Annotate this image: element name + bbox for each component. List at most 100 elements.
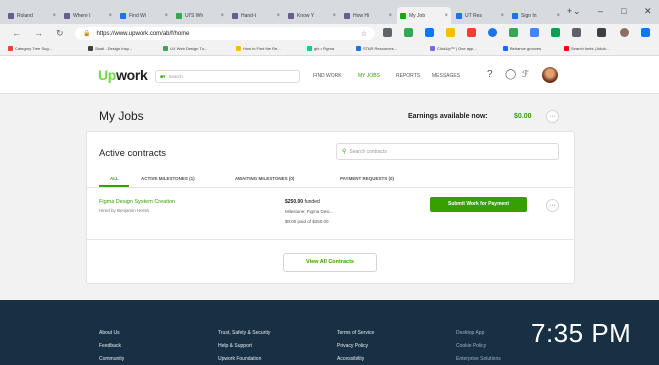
tab-close-icon[interactable]: × xyxy=(50,13,56,19)
profile-avatar-icon[interactable] xyxy=(620,28,629,37)
extension-icon[interactable] xyxy=(597,28,606,37)
bookmark-label: Behance grooves xyxy=(510,46,542,51)
extension-icon[interactable] xyxy=(641,28,650,37)
tab-payment-requests[interactable]: PAYMENT REQUESTS (0) xyxy=(340,176,394,181)
earnings-more-button[interactable]: ··· xyxy=(546,110,559,123)
footer-link[interactable]: Desktop App xyxy=(456,330,484,336)
tab-close-icon[interactable]: × xyxy=(274,13,280,19)
new-tab-icon[interactable]: + xyxy=(567,6,572,16)
bookmark-star-icon[interactable]: ☆ xyxy=(361,30,367,38)
bookmark-item[interactable]: UX Web Design Tu... xyxy=(163,46,207,51)
bookmark-label: STAR Resources... xyxy=(363,46,397,51)
bookmark-favicon-icon xyxy=(8,46,13,51)
page-title: My Jobs xyxy=(99,109,144,123)
bookmark-item[interactable]: STAR Resources... xyxy=(356,46,397,51)
help-icon[interactable]: ? xyxy=(487,69,493,80)
contract-job-title[interactable]: Figma Design System Creation xyxy=(99,199,175,205)
close-window-icon[interactable]: ✕ xyxy=(644,6,652,17)
browser-tab[interactable]: UT Res × xyxy=(453,7,507,24)
browser-tab[interactable]: Find Wi × xyxy=(117,7,171,24)
tab-close-icon[interactable]: × xyxy=(498,13,504,19)
extension-icon[interactable] xyxy=(530,28,539,37)
nav-messages[interactable]: MESSAGES xyxy=(432,73,460,79)
bookmark-favicon-icon xyxy=(307,46,312,51)
bookmark-label: UX Web Design Tu... xyxy=(170,46,208,51)
footer-link[interactable]: Feedback xyxy=(99,343,121,349)
address-bar[interactable]: 🔒 https://www.upwork.com/ab/f/home ☆ xyxy=(75,27,375,40)
nav-find-work[interactable]: FIND WORK xyxy=(313,73,342,79)
upwork-logo[interactable]: Upwork xyxy=(98,67,148,83)
tab-close-icon[interactable]: × xyxy=(162,13,168,19)
tab-close-icon[interactable]: × xyxy=(218,13,224,19)
extension-icon[interactable] xyxy=(467,28,476,37)
tab-all[interactable]: ALL xyxy=(110,176,119,181)
footer-link[interactable]: Privacy Policy xyxy=(337,343,368,349)
tab-close-icon[interactable]: × xyxy=(386,13,392,19)
contract-paid: $0.00 paid of $250.00 xyxy=(285,219,329,224)
bookmark-item[interactable]: ClickUp™ | One app... xyxy=(430,46,477,51)
footer-link[interactable]: Cookie Policy xyxy=(456,343,486,349)
tab-label: Where I xyxy=(73,12,91,19)
bookmark-item[interactable]: How to Find the Re... xyxy=(236,46,281,51)
connects-icon[interactable]: ℱ xyxy=(522,69,529,80)
tab-search-icon[interactable]: ⌄ xyxy=(573,6,581,17)
tab-close-icon[interactable]: × xyxy=(554,13,560,19)
contracts-search-input[interactable]: ⚲ Search contracts xyxy=(336,143,559,160)
footer-link[interactable]: Upwork Foundation xyxy=(218,356,261,362)
browser-tab[interactable]: Know Y × xyxy=(285,7,339,24)
tab-active-milestones[interactable]: ACTIVE MILESTONES (1) xyxy=(141,176,195,181)
nav-reports[interactable]: REPORTS xyxy=(396,73,420,79)
bookmark-item[interactable]: Search fonts | Adob... xyxy=(564,46,609,51)
screen: Roland × Where I × Find Wi × UI'S Wh × Hand-t × Kn… xyxy=(0,0,659,365)
browser-tab[interactable]: UI'S Wh × xyxy=(173,7,227,24)
contract-more-button[interactable]: ··· xyxy=(546,199,559,212)
reload-icon[interactable]: ↻ xyxy=(56,28,64,39)
footer-link[interactable]: Accessibility xyxy=(337,356,364,362)
extension-icon[interactable] xyxy=(572,28,581,37)
extension-icon[interactable] xyxy=(446,28,455,37)
extension-icon[interactable] xyxy=(551,28,560,37)
footer-link[interactable]: Terms of Service xyxy=(337,330,374,336)
footer-link[interactable]: Trust, Safety & Security xyxy=(218,330,270,336)
browser-tab[interactable]: How Hi × xyxy=(341,7,395,24)
bookmark-item[interactable]: Studi - Design Insp... xyxy=(88,46,132,51)
browser-tab[interactable]: Hand-t × xyxy=(229,7,283,24)
maximize-icon[interactable]: □ xyxy=(621,6,626,16)
tab-label: Hand-t xyxy=(241,12,257,19)
extension-icon[interactable] xyxy=(488,28,497,37)
nav-my-jobs[interactable]: MY JOBS xyxy=(358,73,380,79)
clock-overlay: 7:35 PM xyxy=(531,318,632,348)
extension-icon[interactable] xyxy=(404,28,413,37)
tab-close-icon[interactable]: × xyxy=(442,13,448,19)
logo-work: work xyxy=(116,67,148,83)
extension-icon[interactable] xyxy=(425,28,434,37)
browser-tab[interactable]: Sign In × xyxy=(509,7,563,24)
site-search-input[interactable]: ■▾ Search xyxy=(155,70,300,83)
tab-awaiting-milestones[interactable]: AWAITING MILESTONES (0) xyxy=(235,176,294,181)
bookmark-label: Studi - Design Insp... xyxy=(95,46,133,51)
tab-label: UT Res xyxy=(465,12,482,19)
bookmark-item[interactable]: Category Tree Sug... xyxy=(8,46,52,51)
minimize-icon[interactable]: – xyxy=(598,6,603,16)
footer-link[interactable]: Enterprise Solutions xyxy=(456,356,501,362)
forward-icon[interactable]: → xyxy=(34,28,43,38)
browser-tab[interactable]: Roland × xyxy=(5,7,59,24)
tab-close-icon[interactable]: × xyxy=(330,13,336,19)
notifications-bell-icon[interactable]: ◯ xyxy=(505,69,516,80)
tab-label: My Job xyxy=(409,12,426,19)
footer-link[interactable]: Help & Support xyxy=(218,343,252,349)
tab-favicon-icon xyxy=(232,12,238,19)
bookmark-item[interactable]: gfx • Figma xyxy=(307,46,334,51)
tab-close-icon[interactable]: × xyxy=(106,13,112,19)
back-icon[interactable]: ← xyxy=(12,28,21,38)
browser-tab[interactable]: My Job × xyxy=(397,7,451,24)
footer-link[interactable]: About Us xyxy=(99,330,120,336)
extension-icon[interactable] xyxy=(509,28,518,37)
bookmark-item[interactable]: Behance grooves xyxy=(503,46,541,51)
footer-link[interactable]: Community xyxy=(99,356,124,362)
browser-tab[interactable]: Where I × xyxy=(61,7,115,24)
user-avatar[interactable] xyxy=(542,67,558,83)
submit-work-button[interactable]: Submit Work for Payment xyxy=(430,197,527,212)
view-all-contracts-button[interactable]: View All Contracts xyxy=(283,253,377,272)
extension-icon[interactable] xyxy=(383,28,392,37)
